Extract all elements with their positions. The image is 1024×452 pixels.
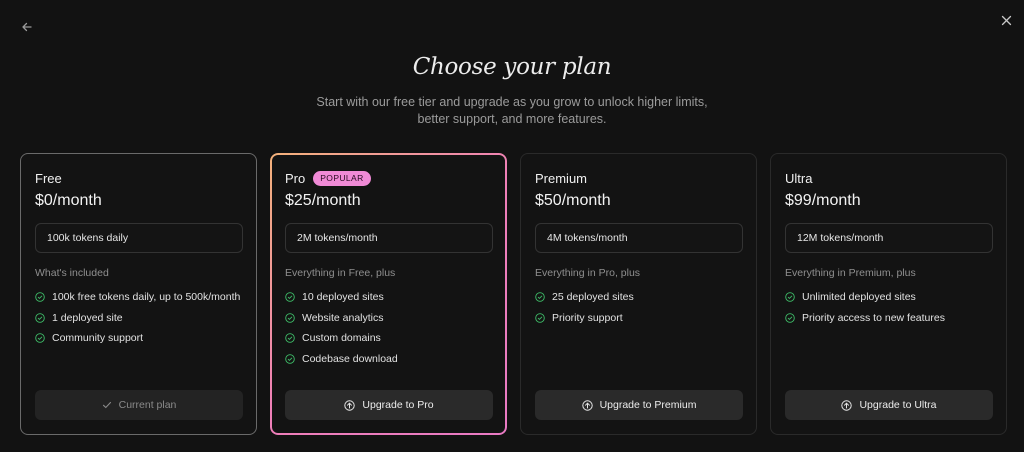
check-circle-icon [535,312,545,323]
cta-label: Current plan [118,399,177,411]
feature-item: 25 deployed sites [535,287,634,308]
cta-label: Upgrade to Premium [599,399,697,411]
plan-price: $50/month [535,192,611,209]
feature-text: 1 deployed site [52,311,123,324]
feature-item: Website analytics [285,308,398,329]
feature-text: Codebase download [302,352,398,365]
feature-list: 25 deployed sites Priority support [535,287,634,328]
plan-modal: Choose your plan Start with our free tie… [0,0,1024,452]
upgrade-to-pro-button[interactable]: Upgrade to Pro [285,390,493,420]
plan-name-label: Ultra [785,171,813,186]
feature-item: 1 deployed site [35,308,240,329]
tokens-selector[interactable]: 12M tokens/month [785,223,993,253]
feature-text: Website analytics [302,311,384,324]
feature-list: 10 deployed sites Website analytics Cust… [285,287,398,369]
feature-list: Unlimited deployed sites Priority access… [785,287,945,328]
upgrade-to-ultra-button[interactable]: Upgrade to Ultra [785,390,993,420]
plan-name-label: Premium [535,171,588,186]
feature-list: 100k free tokens daily, up to 500k/month… [35,287,240,349]
plan-name-label: Free [35,171,62,186]
plan-price: $25/month [285,192,361,209]
feature-text: Priority support [552,311,623,324]
check-circle-icon [785,292,795,303]
arrow-up-circle-icon [841,399,853,411]
page-subtitle: Start with our free tier and upgrade as … [316,95,708,126]
tokens-selector[interactable]: 2M tokens/month [285,223,493,253]
feature-item: Unlimited deployed sites [785,287,945,308]
plan-name: Pro POPULAR [285,171,371,186]
included-label: Everything in Pro, plus [535,267,641,279]
plan-name: Ultra [785,171,812,186]
feature-item: Custom domains [285,328,398,349]
check-circle-icon [285,333,295,344]
feature-item: 100k free tokens daily, up to 500k/month [35,287,240,308]
included-label: Everything in Free, plus [285,267,396,279]
check-circle-icon [35,312,45,323]
plan-name: Free [35,171,62,186]
plan-card-ultra: Ultra $99/month 12M tokens/month Everyth… [770,153,1007,435]
feature-text: 25 deployed sites [552,291,634,304]
popular-badge: POPULAR [313,171,371,186]
feature-item: Community support [35,328,240,349]
cta-label: Upgrade to Pro [362,399,434,411]
check-circle-icon [35,333,45,344]
plan-card-free: Free $0/month 100k tokens daily What's i… [20,153,257,435]
plan-card-premium: Premium $50/month 4M tokens/month Everyt… [520,153,757,435]
plan-price: $0/month [35,192,102,209]
feature-item: Priority access to new features [785,308,945,329]
current-plan-button: Current plan [35,390,243,420]
check-circle-icon [285,292,295,303]
arrow-up-circle-icon [344,399,356,411]
feature-item: 10 deployed sites [285,287,398,308]
feature-item: Priority support [535,308,634,329]
tokens-selector[interactable]: 100k tokens daily [35,223,243,253]
feature-text: Custom domains [302,332,381,345]
arrow-up-circle-icon [581,399,593,411]
plan-name-label: Pro [285,171,306,186]
feature-item: Codebase download [285,349,398,370]
plan-price: $99/month [785,192,861,209]
check-icon [102,401,111,409]
check-circle-icon [535,292,545,303]
close-button[interactable] [996,10,1016,30]
included-label: Everything in Premium, plus [785,267,916,279]
page-title: Choose your plan [412,54,612,80]
arrow-left-icon [22,22,32,32]
cta-label: Upgrade to Ultra [859,399,937,411]
included-label: What's included [35,267,109,279]
check-circle-icon [785,312,795,323]
feature-text: Unlimited deployed sites [802,291,916,304]
feature-text: Community support [52,332,144,345]
feature-text: Priority access to new features [802,311,945,324]
feature-text: 10 deployed sites [302,291,384,304]
check-circle-icon [35,292,45,303]
back-button[interactable] [17,17,37,37]
close-icon [1001,15,1011,25]
plan-name: Premium [535,171,587,186]
upgrade-to-premium-button[interactable]: Upgrade to Premium [535,390,743,420]
plan-card-pro: Pro POPULAR $25/month 2M tokens/month Ev… [270,153,507,435]
check-circle-icon [285,312,295,323]
feature-text: 100k free tokens daily, up to 500k/month [52,291,241,304]
tokens-selector[interactable]: 4M tokens/month [535,223,743,253]
check-circle-icon [285,353,295,364]
